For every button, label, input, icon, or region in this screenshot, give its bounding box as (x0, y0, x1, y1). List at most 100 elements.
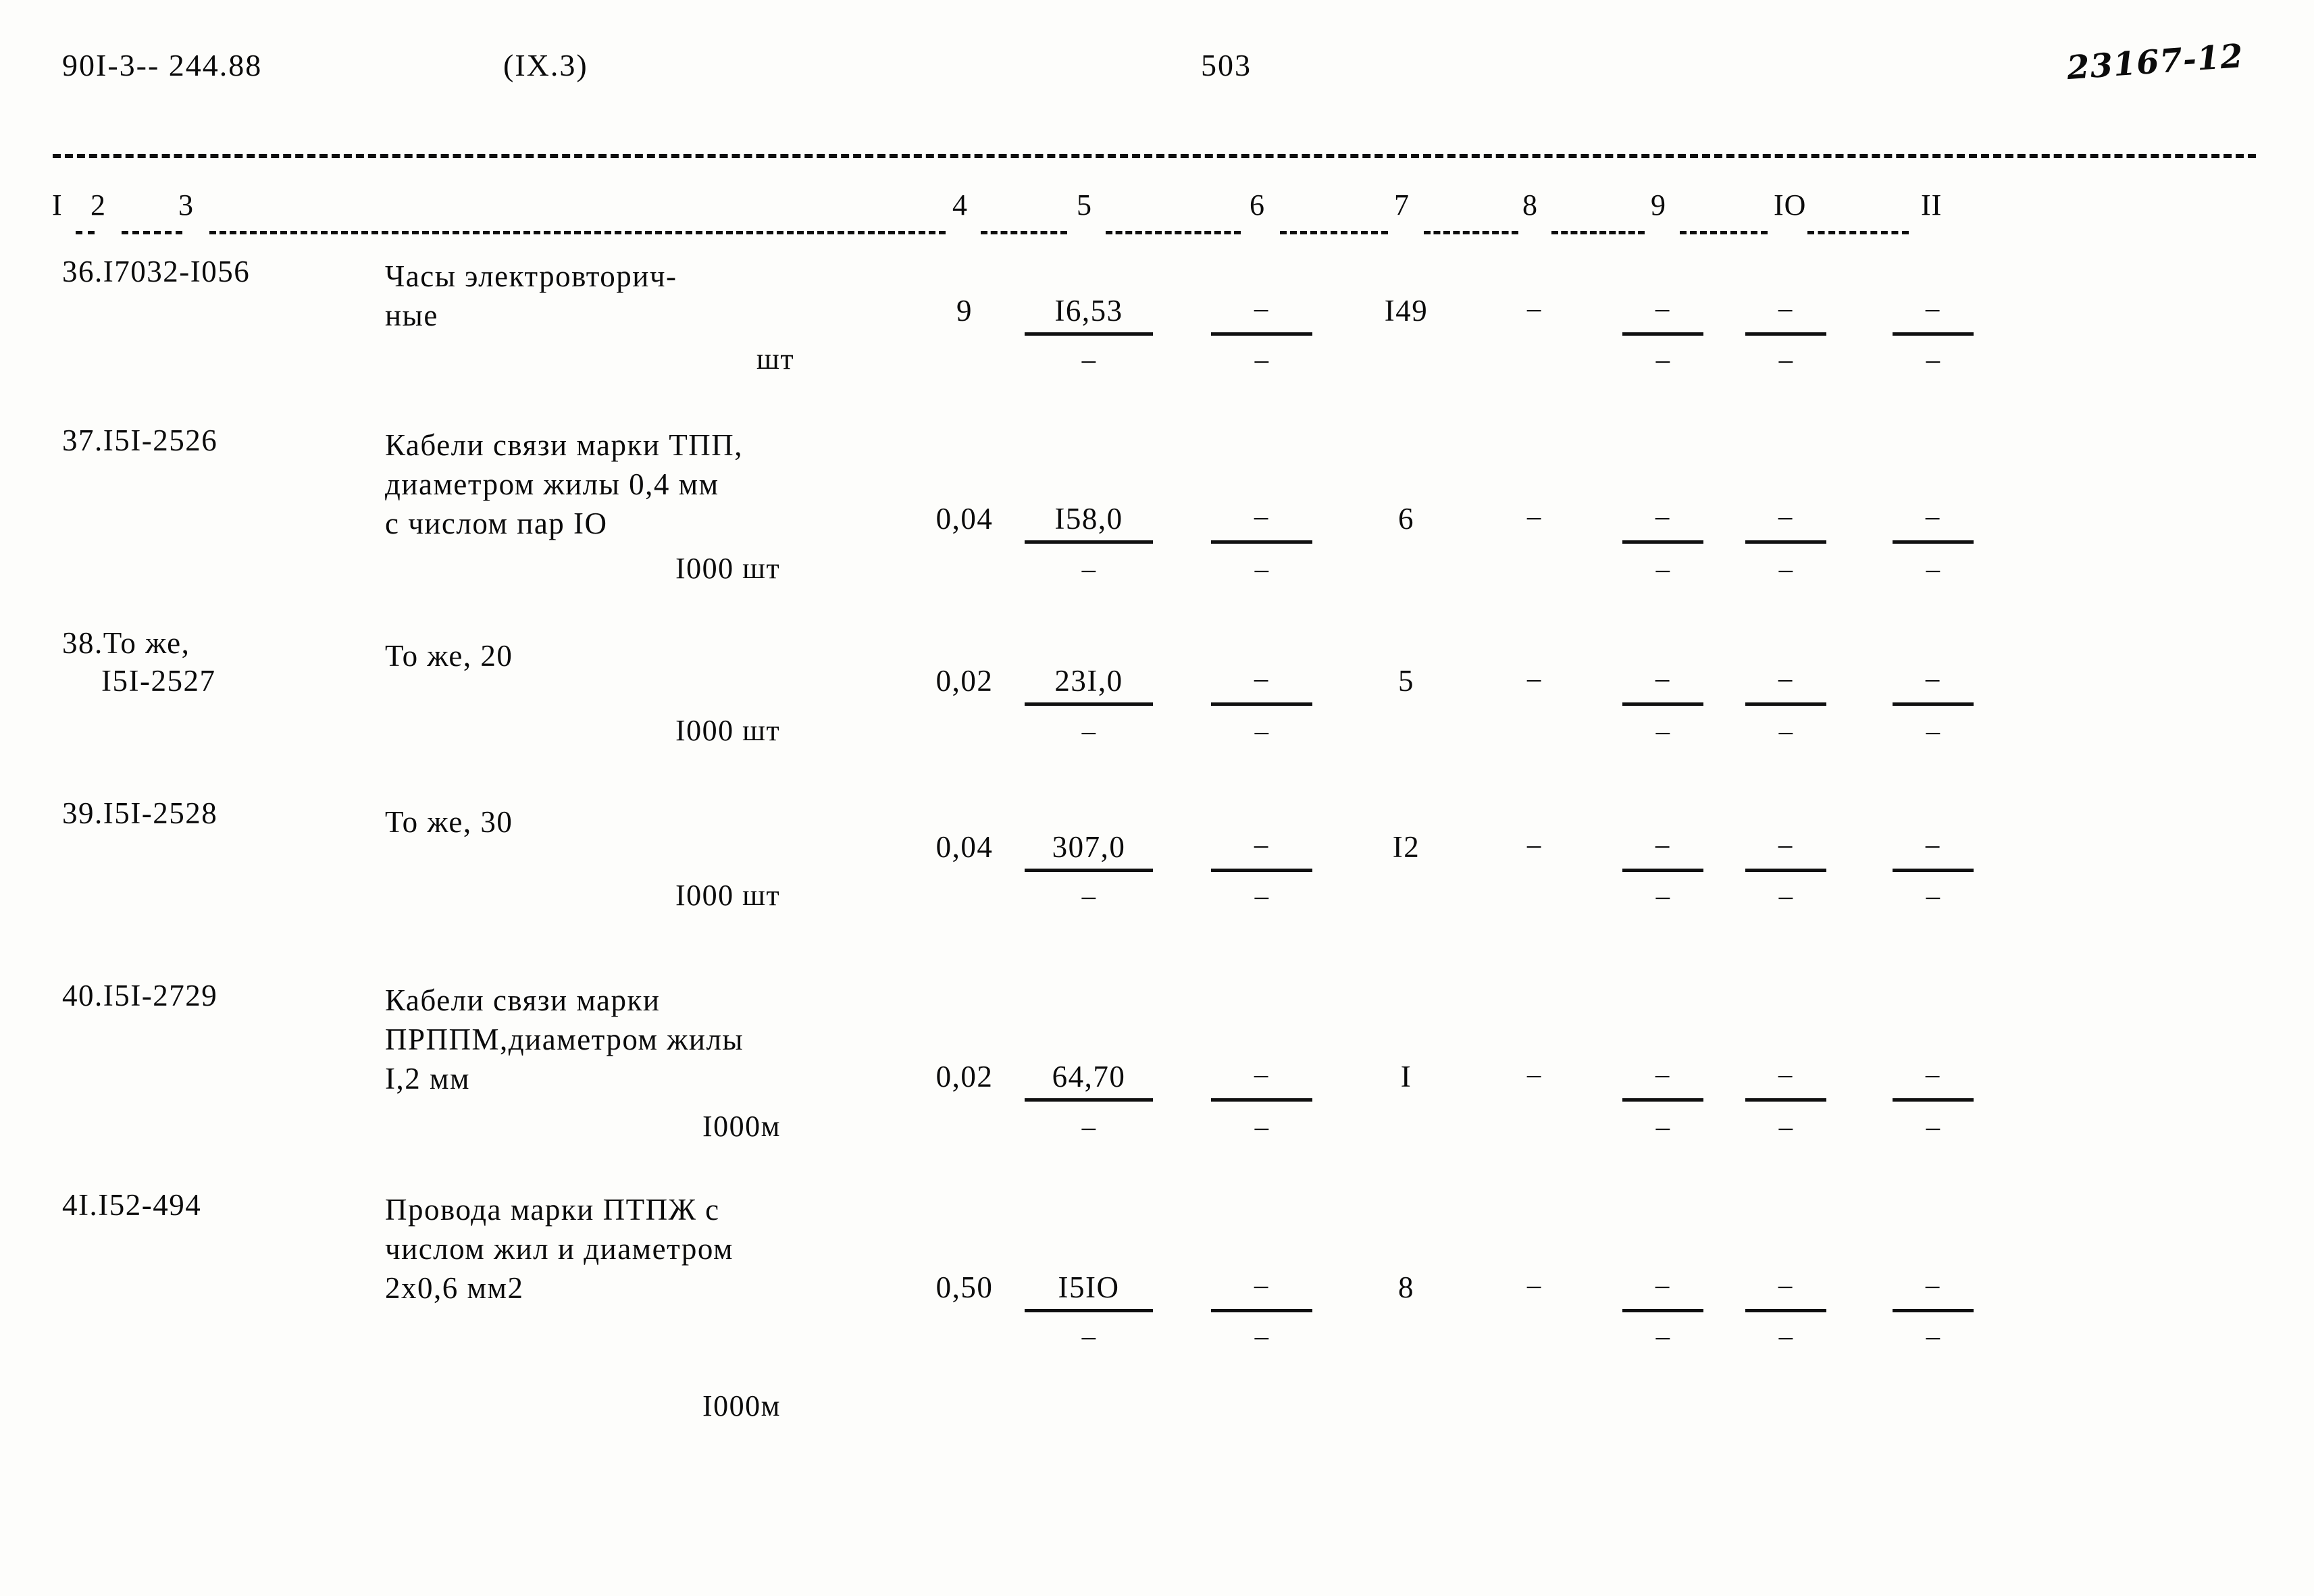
scanned-page: 90I-3-- 244.88 (IX.3) 503 23167-12 I2 3 4 5… (0, 0, 2314, 1596)
cell-col9: − (1622, 293, 1703, 336)
cell-col7: I2 (1392, 830, 1420, 864)
cell-col8: − (1525, 294, 1544, 328)
cell-sub-col5: − (1080, 881, 1098, 915)
cell-sub-col6: − (1253, 717, 1270, 750)
cell-sub-col5: − (1080, 345, 1098, 379)
column-header-dash-9 (1680, 231, 1768, 234)
cell-sub-col6: − (1253, 881, 1270, 915)
cell-col8: − (1525, 830, 1544, 864)
table-column-headers: I 2 3 4 5 6 7 8 9 IO II (0, 188, 2314, 253)
cell-col11: − (1893, 1059, 1974, 1102)
column-header-dash-7 (1424, 231, 1518, 234)
cell-col7: I49 (1384, 294, 1429, 328)
row-description: Часы электровторич- ные (385, 259, 677, 332)
cell-col10: − (1745, 293, 1826, 336)
cell-sub-col5: − (1080, 555, 1098, 588)
cell-sub-col5: − (1080, 1112, 1098, 1146)
cell-col5: 307,0 (1025, 829, 1153, 872)
table-row: 38.То же, I5I-2527 То же, 20 I000 шт 0,02 23I… (0, 624, 2314, 794)
cell-col10: − (1745, 1270, 1826, 1312)
table-row: 40.I5I-2729 Кабели связи марки ПРППМ,диам… (0, 977, 2314, 1186)
row-description: Кабели связи марки ПРППМ,диаметром жилы … (385, 983, 744, 1096)
row-unit: I000 шт (675, 714, 781, 747)
page-number: 503 (1201, 48, 1252, 82)
cell-col8: − (1525, 1060, 1544, 1093)
cell-col4: 0,50 (935, 1270, 994, 1304)
column-header-dash-8 (1551, 231, 1645, 234)
cell-sub-col9: − (1654, 1112, 1672, 1146)
cell-col5: 23I,0 (1025, 663, 1153, 706)
cell-sub-col11: − (1924, 1112, 1942, 1146)
cell-col9: − (1622, 829, 1703, 872)
cell-sub-col6: − (1253, 555, 1270, 588)
cell-col4: 0,04 (935, 502, 994, 536)
row-code: 39.I5I-2528 (62, 796, 218, 830)
cell-sub-col10: − (1777, 1322, 1795, 1356)
row-code: 38.То же, (62, 626, 190, 660)
column-header-dash-5 (1106, 231, 1241, 234)
row-unit: I000м (702, 1110, 781, 1143)
cell-sub-col6: − (1253, 1322, 1270, 1356)
cell-col6: − (1211, 1270, 1312, 1312)
cell-sub-col9: − (1654, 717, 1672, 750)
cell-col6: − (1211, 829, 1312, 872)
top-dashed-separator (53, 154, 2256, 158)
cell-sub-col10: − (1777, 717, 1795, 750)
page-header: 90I-3-- 244.88 (IX.3) 503 23167-12 (0, 37, 2314, 108)
handwritten-annotation: 23167-12 (2065, 36, 2245, 88)
row-unit: I000 шт (675, 552, 781, 585)
column-header-dash-6 (1280, 231, 1388, 234)
cell-col6: − (1211, 663, 1312, 706)
column-header-11: II (1921, 188, 1943, 222)
row-description: То же, 30 (385, 805, 513, 839)
cell-sub-col11: − (1924, 1322, 1942, 1356)
column-header-7: 7 (1394, 188, 1410, 222)
column-header-9: 9 (1651, 188, 1666, 222)
column-header-5: 5 (1077, 188, 1092, 222)
section-code: (IX.3) (503, 48, 588, 82)
cell-col11: − (1893, 293, 1974, 336)
table-row: 39.I5I-2528 То же, 30 I000 шт 0,04 307,0 − I2 −… (0, 794, 2314, 977)
cell-col9: − (1622, 501, 1703, 544)
cell-col5: I6,53 (1025, 293, 1153, 336)
cell-col4: 0,02 (935, 664, 994, 698)
cell-col10: − (1745, 663, 1826, 706)
cell-col11: − (1893, 829, 1974, 872)
cell-col4: 0,04 (935, 830, 994, 864)
cell-sub-col5: − (1080, 717, 1098, 750)
row-code-second-line: I5I-2527 (101, 664, 216, 698)
cell-col7: I (1400, 1060, 1412, 1093)
column-header-dash-4 (981, 231, 1067, 234)
column-header-3: 3 (178, 188, 194, 222)
cell-sub-col10: − (1777, 881, 1795, 915)
cell-col7: 6 (1398, 502, 1414, 536)
row-unit: I000м (702, 1389, 781, 1422)
cell-col10: − (1745, 501, 1826, 544)
cell-col7: 8 (1398, 1270, 1414, 1304)
cell-col6: − (1211, 1059, 1312, 1102)
row-code: 37.I5I-2526 (62, 423, 218, 457)
cell-col10: − (1745, 1059, 1826, 1102)
cell-col5: 64,70 (1025, 1059, 1153, 1102)
row-code: 40.I5I-2729 (62, 979, 218, 1012)
column-header-10: IO (1774, 188, 1807, 222)
row-description: Провода марки ПТПЖ с числом жил и диамет… (385, 1193, 734, 1305)
cell-sub-col9: − (1654, 555, 1672, 588)
cell-col11: − (1893, 1270, 1974, 1312)
row-code: 4I.I52-494 (62, 1188, 202, 1222)
column-header-1: I (52, 188, 63, 222)
cell-col4: 0,02 (935, 1060, 994, 1093)
column-header-4: 4 (952, 188, 968, 222)
cell-sub-col11: − (1924, 717, 1942, 750)
column-header-8: 8 (1522, 188, 1538, 222)
row-unit: I000 шт (675, 879, 781, 912)
row-description: Кабели связи марки ТПП, диаметром жилы 0… (385, 428, 743, 540)
row-unit: шт (756, 342, 795, 376)
table-row: 36.I7032-I056 Часы электровторич- ные шт 9 I… (0, 253, 2314, 421)
cell-col5: I58,0 (1025, 501, 1153, 544)
cell-col5: I5IO (1025, 1270, 1153, 1312)
cell-sub-col10: − (1777, 1112, 1795, 1146)
cell-sub-col6: − (1253, 1112, 1270, 1146)
table-row: 37.I5I-2526 Кабели связи марки ТПП, диаме… (0, 421, 2314, 624)
cell-sub-col11: − (1924, 881, 1942, 915)
